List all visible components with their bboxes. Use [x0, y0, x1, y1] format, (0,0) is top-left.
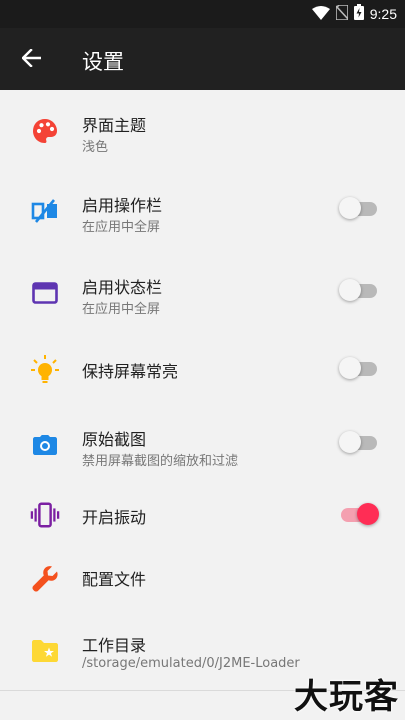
switch-knob — [339, 431, 361, 453]
page-title: 设置 — [82, 50, 124, 74]
watermark: 大玩客 — [294, 677, 399, 717]
setting-keep-screen-on[interactable]: 保持屏幕常亮 — [0, 334, 405, 404]
setting-title: 启用操作栏 — [82, 196, 163, 215]
keep-screen-on-switch[interactable] — [339, 357, 377, 379]
vibration-switch[interactable] — [341, 503, 379, 525]
setting-config-file[interactable]: 配置文件 — [0, 548, 405, 610]
switch-knob — [339, 357, 361, 379]
vibration-icon — [30, 500, 60, 530]
setting-status-bar[interactable]: 启用状态栏 在应用中全屏 — [0, 252, 405, 334]
app-bar: 设置 — [0, 28, 405, 90]
palette-icon — [30, 116, 60, 146]
wrench-icon — [30, 564, 60, 594]
folder-star-icon — [30, 636, 60, 666]
arrow-back-icon — [21, 48, 42, 71]
switch-knob — [357, 503, 379, 525]
setting-vibration[interactable]: 开启振动 — [0, 486, 405, 548]
setting-theme[interactable]: 界面主题 浅色 — [0, 90, 405, 170]
setting-subtitle: 在应用中全屏 — [82, 302, 161, 317]
no-sim-icon — [334, 3, 349, 24]
camera-icon — [30, 430, 60, 460]
battery-icon — [353, 4, 364, 24]
status-bar-switch[interactable] — [339, 279, 377, 301]
action-bar-icon — [30, 196, 60, 226]
back-button[interactable] — [16, 44, 48, 76]
lightbulb-icon — [30, 354, 60, 384]
setting-title: 配置文件 — [82, 570, 147, 589]
setting-title: 开启振动 — [82, 508, 147, 527]
setting-raw-screenshot[interactable]: 原始截图 禁用屏幕截图的缩放和过滤 — [0, 404, 405, 486]
switch-knob — [339, 197, 361, 219]
setting-subtitle: 浅色 — [82, 140, 109, 155]
window-icon — [30, 278, 60, 308]
setting-subtitle: 禁用屏幕截图的缩放和过滤 — [82, 454, 239, 469]
switch-knob — [339, 279, 361, 301]
raw-screenshot-switch[interactable] — [339, 431, 377, 453]
status-time: 9:25 — [369, 6, 397, 22]
settings-list: 界面主题 浅色 启用操作栏 在应用中全屏 启用状态栏 在应用中全屏 保持屏幕常亮… — [0, 90, 405, 700]
settings-screen: 9:25 设置 界面主题 浅色 启用操作栏 在应用中全屏 启用状态栏 在应用中全… — [0, 0, 405, 720]
setting-title: 工作目录 — [82, 636, 147, 655]
action-bar-switch[interactable] — [339, 197, 377, 219]
setting-title: 原始截图 — [82, 430, 147, 449]
status-icons: 9:25 — [311, 3, 397, 24]
status-bar: 9:25 — [0, 0, 405, 28]
setting-subtitle: /storage/emulated/0/J2ME-Loader — [82, 656, 300, 671]
wifi-icon — [311, 5, 330, 24]
setting-action-bar[interactable]: 启用操作栏 在应用中全屏 — [0, 170, 405, 252]
setting-title: 界面主题 — [82, 116, 147, 135]
setting-title: 保持屏幕常亮 — [82, 362, 179, 381]
setting-title: 启用状态栏 — [82, 278, 163, 297]
setting-subtitle: 在应用中全屏 — [82, 220, 161, 235]
